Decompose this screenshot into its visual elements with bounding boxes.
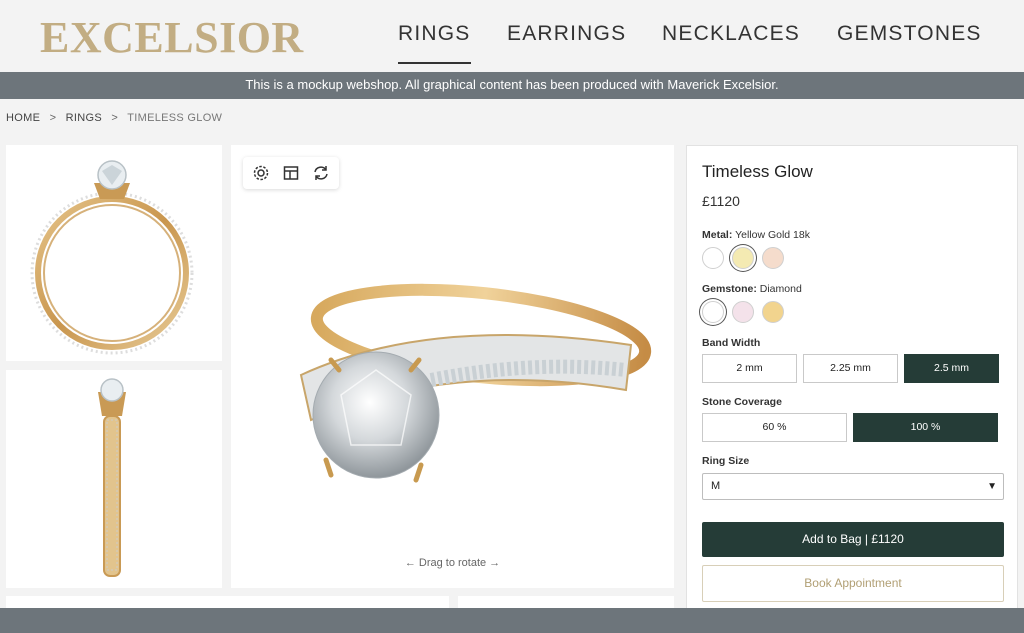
breadcrumb-separator: > — [49, 112, 57, 124]
ring-side-image — [98, 378, 126, 577]
metal-selected-value: Yellow Gold 18k — [735, 229, 810, 241]
gemstone-swatch-yellow[interactable] — [762, 301, 784, 323]
stone-coverage-label: Stone Coverage — [702, 396, 782, 408]
metal-swatch-yellow-gold[interactable] — [732, 247, 754, 269]
gemstone-label-key: Gemstone: — [702, 283, 757, 295]
ring-main-image — [299, 283, 652, 483]
metal-label: Metal: Yellow Gold 18k — [702, 229, 810, 241]
nav-item-necklaces[interactable]: NECKLACES — [662, 22, 800, 46]
footer-bar — [0, 608, 1024, 633]
site-header: EXCELSIOR RINGS EARRINGS NECKLACES GEMST… — [0, 0, 1024, 72]
breadcrumb-home[interactable]: HOME — [6, 112, 40, 124]
thumbnail-front-view[interactable] — [6, 145, 222, 361]
nav-item-gemstones[interactable]: GEMSTONES — [837, 22, 982, 46]
ring-size-label: Ring Size — [702, 455, 750, 467]
thumbnail-partial[interactable] — [6, 596, 449, 608]
product-price: £1120 — [702, 193, 740, 209]
product-title: Timeless Glow — [702, 162, 813, 181]
site-logo[interactable]: EXCELSIOR — [40, 12, 304, 63]
ring-size-select[interactable]: M ▼ — [702, 473, 1004, 500]
nav-item-rings[interactable]: RINGS — [398, 22, 471, 64]
gemstone-swatch-pink[interactable] — [732, 301, 754, 323]
gemstone-swatch-diamond[interactable] — [702, 301, 724, 323]
band-width-2-25mm-button[interactable]: 2.25 mm — [803, 354, 898, 383]
breadcrumb-current: TIMELESS GLOW — [127, 112, 223, 124]
band-width-2-5mm-button[interactable]: 2.5 mm — [904, 354, 999, 383]
product-3d-viewer[interactable]: ← Drag to rotate → — [231, 145, 674, 588]
settings-icon[interactable] — [251, 163, 271, 183]
metal-swatch-rose-gold[interactable] — [762, 247, 784, 269]
gemstone-label: Gemstone: Diamond — [702, 283, 802, 295]
band-width-2mm-button[interactable]: 2 mm — [702, 354, 797, 383]
breadcrumb-rings[interactable]: RINGS — [66, 112, 102, 124]
product-options-panel: Timeless Glow £1120 Metal: Yellow Gold 1… — [686, 145, 1018, 615]
thumbnail-side-view[interactable] — [6, 370, 222, 588]
ring-size-value: M — [711, 480, 721, 492]
ring-front-image — [30, 160, 194, 355]
viewer-toolbar — [243, 157, 339, 189]
drag-to-rotate-hint: ← Drag to rotate → — [404, 557, 501, 569]
add-to-bag-button[interactable]: Add to Bag | £1120 — [702, 522, 1004, 557]
metal-swatch-white-gold[interactable] — [702, 247, 724, 269]
band-width-label: Band Width — [702, 337, 761, 349]
mockup-banner: This is a mockup webshop. All graphical … — [0, 72, 1024, 99]
metal-label-key: Metal: — [702, 229, 733, 241]
layout-icon[interactable] — [281, 163, 301, 183]
breadcrumb: HOME > RINGS > TIMELESS GLOW — [6, 112, 222, 124]
thumbnail-partial[interactable] — [458, 596, 674, 608]
book-appointment-button[interactable]: Book Appointment — [702, 565, 1004, 602]
gemstone-selected-value: Diamond — [759, 283, 802, 295]
stone-coverage-60-button[interactable]: 60 % — [702, 413, 847, 442]
stone-coverage-100-button[interactable]: 100 % — [853, 413, 998, 442]
rotate-icon[interactable] — [311, 163, 331, 183]
nav-item-earrings[interactable]: EARRINGS — [507, 22, 626, 46]
chevron-down-icon: ▼ — [987, 481, 997, 492]
breadcrumb-separator: > — [111, 112, 119, 124]
